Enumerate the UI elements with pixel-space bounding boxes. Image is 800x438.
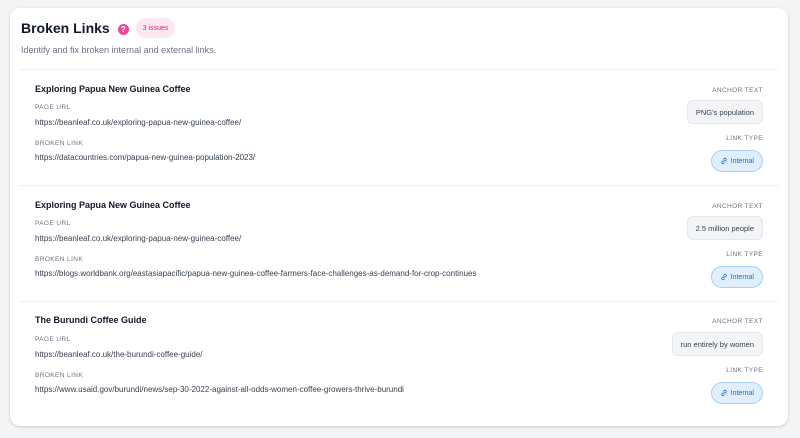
link-type-text: Internal <box>730 157 754 165</box>
anchor-text-label: ANCHOR TEXT <box>712 318 763 325</box>
issue-row: Exploring Papua New Guinea Coffee PAGE U… <box>35 200 763 305</box>
anchor-text-chip: 2.5 million people <box>686 216 763 240</box>
page-url-value[interactable]: https://beanleaf.co.uk/exploring-papua-n… <box>35 234 241 243</box>
broken-link-value[interactable]: https://datacountries.com/papua-new-guin… <box>35 153 255 162</box>
broken-link-value[interactable]: https://www.usaid.gov/burundi/news/sep-3… <box>35 385 404 394</box>
card-header: Broken Links ? 3 issues Identify and fix… <box>21 18 777 55</box>
broken-links-card: Broken Links ? 3 issues Identify and fix… <box>10 8 788 426</box>
link-type-label: LINK TYPE <box>726 135 763 142</box>
link-type-text: Internal <box>730 273 754 281</box>
broken-link-label: BROKEN LINK <box>35 372 84 379</box>
link-type-pill[interactable]: Internal <box>710 382 763 404</box>
link-icon <box>720 157 727 165</box>
anchor-text-label: ANCHOR TEXT <box>712 203 763 210</box>
anchor-text-chip: run entirely by women <box>671 332 763 356</box>
broken-link-value[interactable]: https://blogs.worldbank.org/eastasiapaci… <box>35 269 476 278</box>
anchor-text-chip: PNG's population <box>686 100 763 124</box>
page-url-label: PAGE URL <box>35 220 71 227</box>
link-type-pill[interactable]: Internal <box>710 150 763 172</box>
anchor-text-label: ANCHOR TEXT <box>712 87 763 94</box>
link-type-text: Internal <box>730 389 754 397</box>
issue-row: The Burundi Coffee Guide PAGE URL https:… <box>35 315 763 420</box>
broken-link-label: BROKEN LINK <box>35 140 84 147</box>
link-icon <box>720 389 727 397</box>
page-url-label: PAGE URL <box>35 336 71 343</box>
issue-row: Exploring Papua New Guinea Coffee PAGE U… <box>35 84 763 189</box>
divider <box>20 301 778 302</box>
link-type-pill[interactable]: Internal <box>710 266 763 288</box>
divider <box>20 69 778 70</box>
page-title: Broken Links <box>21 20 110 36</box>
page-url-value[interactable]: https://beanleaf.co.uk/the-burundi-coffe… <box>35 350 203 359</box>
page-url-value[interactable]: https://beanleaf.co.uk/exploring-papua-n… <box>35 118 241 127</box>
divider <box>20 185 778 186</box>
issue-title: Exploring Papua New Guinea Coffee <box>35 84 191 94</box>
issue-title: The Burundi Coffee Guide <box>35 315 147 325</box>
page-url-label: PAGE URL <box>35 104 71 111</box>
broken-link-label: BROKEN LINK <box>35 256 84 263</box>
issue-title: Exploring Papua New Guinea Coffee <box>35 200 191 210</box>
help-icon[interactable]: ? <box>117 23 129 35</box>
page-subtitle: Identify and fix broken internal and ext… <box>21 45 217 55</box>
link-icon <box>720 273 727 281</box>
link-type-label: LINK TYPE <box>726 367 763 374</box>
issues-count-badge: 3 issues <box>135 18 176 38</box>
link-type-label: LINK TYPE <box>726 251 763 258</box>
